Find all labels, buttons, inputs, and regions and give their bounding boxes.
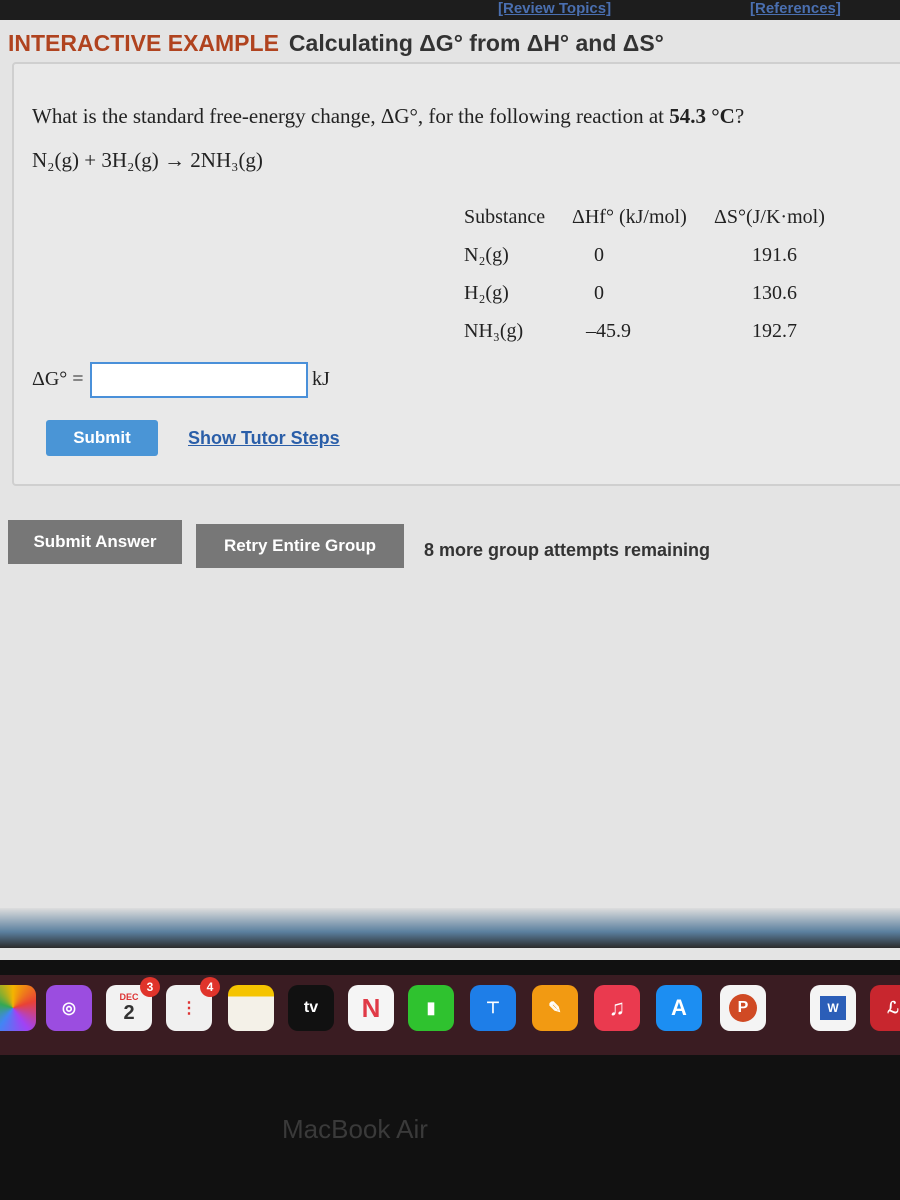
app-store-icon[interactable]: A: [656, 985, 702, 1031]
top-bar: [Review Topics] [References]: [0, 0, 900, 20]
table-row: N₂(g) 0 191.6: [464, 236, 825, 274]
delta-g-input[interactable]: [90, 362, 308, 398]
review-topics-link[interactable]: [Review Topics]: [498, 0, 611, 17]
header-dhf: ΔHf° (kJ/mol): [572, 205, 687, 228]
submit-answer-button[interactable]: Submit Answer: [8, 520, 182, 564]
interactive-example-tag: INTERACTIVE EXAMPLE: [8, 30, 279, 56]
keynote-icon[interactable]: ⊤: [470, 985, 516, 1031]
pages-icon[interactable]: ✎: [532, 985, 578, 1031]
word-label: W: [820, 996, 846, 1020]
cell: 192.7: [752, 319, 797, 342]
question-text: What is the standard free-energy change,…: [32, 104, 744, 129]
reminders-icon[interactable]: ⋮ 4: [166, 977, 220, 1031]
podcasts-icon[interactable]: ◎: [46, 985, 92, 1031]
photos-icon[interactable]: [0, 985, 36, 1031]
thermo-data-table: Substance ΔHf° (kJ/mol) ΔS°(J/K·mol) N₂(…: [464, 198, 825, 350]
cell: H₂(g): [464, 281, 509, 304]
music-icon[interactable]: ♫: [594, 985, 640, 1031]
unit-label: kJ: [312, 368, 330, 390]
news-icon[interactable]: N: [348, 985, 394, 1031]
title-text: Calculating ΔG° from ΔH° and ΔS°: [288, 30, 664, 56]
word-icon[interactable]: W: [810, 985, 856, 1031]
submit-button[interactable]: Submit: [46, 420, 158, 456]
cell: 0: [594, 243, 604, 266]
attempts-remaining: 8 more group attempts remaining: [424, 540, 711, 560]
macbook-brand: MacBook Air: [282, 1114, 428, 1144]
cell: NH₃(g): [464, 319, 524, 342]
table-header-row: Substance ΔHf° (kJ/mol) ΔS°(J/K·mol): [464, 198, 825, 236]
show-tutor-steps-link[interactable]: Show Tutor Steps: [188, 428, 340, 449]
delta-g-label: ΔG° =: [32, 368, 84, 390]
tv-label: tv: [303, 999, 319, 1016]
dock: ◎ DEC 2 3 ⋮ 4 tv N ▮ ⊤ ✎ ♫ A P W ℒ: [0, 975, 900, 1055]
apple-tv-icon[interactable]: tv: [288, 985, 334, 1031]
cell: 130.6: [752, 281, 797, 304]
screen-edge: [0, 908, 900, 948]
table-row: NH₃(g) –45.9 192.7: [464, 312, 825, 350]
numbers-icon[interactable]: ▮: [408, 985, 454, 1031]
question-suffix: ?: [734, 104, 745, 128]
powerpoint-label: P: [729, 994, 757, 1022]
acrobat-icon[interactable]: ℒ: [870, 985, 900, 1031]
retry-entire-group-button[interactable]: Retry Entire Group: [196, 524, 404, 568]
references-link[interactable]: [References]: [750, 0, 841, 17]
reminders-badge: 4: [200, 977, 220, 997]
powerpoint-icon[interactable]: P: [720, 985, 766, 1031]
question-prefix: What is the standard free-energy change,…: [32, 104, 670, 128]
page-title: INTERACTIVE EXAMPLE Calculating ΔG° from …: [8, 30, 664, 57]
calendar-day: 2: [123, 1001, 135, 1024]
header-substance: Substance: [464, 205, 546, 228]
header-ds: ΔS°(J/K·mol): [714, 205, 825, 228]
temperature: 54.3 °C: [669, 104, 735, 128]
cell: N₂(g): [464, 243, 509, 266]
reaction-equation: N₂(g) + 3H₂(g) → 2NH₃(g): [32, 148, 263, 172]
browser-screen: [Review Topics] [References] INTERACTIVE…: [0, 0, 900, 960]
notes-icon[interactable]: [228, 985, 274, 1031]
calendar-icon[interactable]: DEC 2 3: [106, 977, 160, 1031]
cell: 191.6: [752, 243, 797, 266]
cell: 0: [594, 281, 604, 304]
cell: –45.9: [586, 319, 631, 342]
table-row: H₂(g) 0 130.6: [464, 274, 825, 312]
calendar-month: DEC: [119, 991, 139, 1002]
calendar-badge: 3: [140, 977, 160, 997]
